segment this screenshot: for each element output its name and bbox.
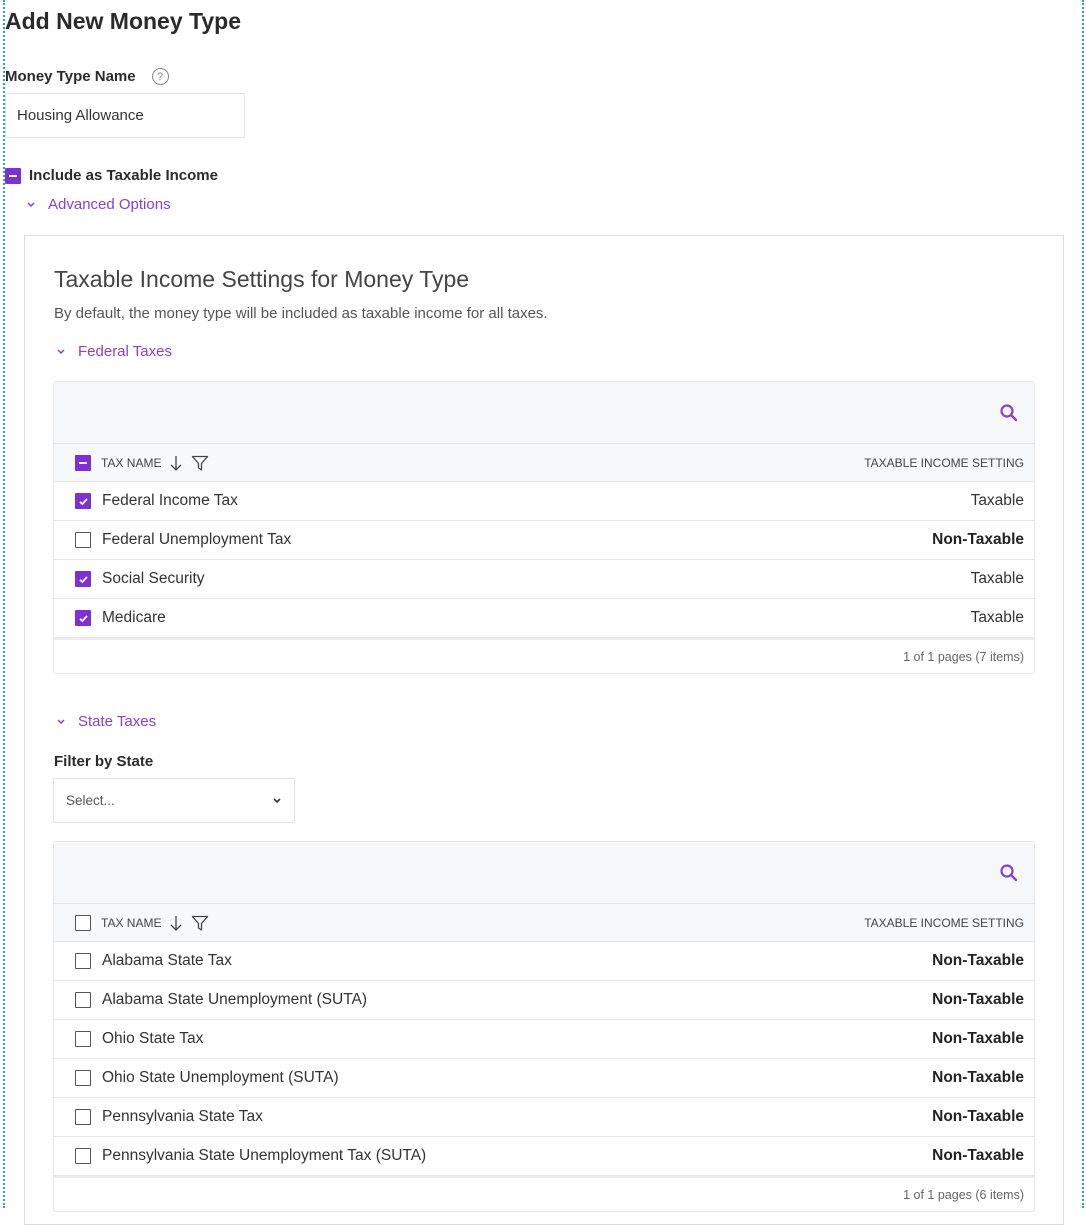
checkmark-icon bbox=[78, 497, 88, 505]
state-rows: Alabama State Tax Non-Taxable Alabama Stat… bbox=[54, 942, 1034, 1176]
table-row[interactable]: Federal Unemployment Tax Non-Taxable bbox=[54, 521, 1034, 560]
tax-name: Pennsylvania State Tax bbox=[102, 1108, 263, 1125]
chevron-down-icon bbox=[26, 201, 36, 208]
tax-name: Federal Unemployment Tax bbox=[102, 531, 292, 548]
panel-title: Taxable Income Settings for Money Type bbox=[54, 266, 470, 292]
taxable-income-setting[interactable]: Non-Taxable bbox=[932, 952, 1024, 970]
tax-name: Alabama State Tax bbox=[102, 952, 232, 969]
filter-by-state-placeholder: Select... bbox=[66, 793, 115, 808]
taxable-income-settings-panel: Taxable Income Settings for Money Type B… bbox=[24, 235, 1064, 1225]
filter-funnel-icon[interactable] bbox=[191, 914, 209, 932]
row-checkbox[interactable] bbox=[75, 953, 91, 969]
money-type-name-label-text: Money Type Name bbox=[5, 68, 136, 85]
taxable-income-setting[interactable]: Non-Taxable bbox=[932, 1069, 1024, 1087]
tax-name: Ohio State Unemployment (SUTA) bbox=[102, 1069, 339, 1086]
column-header-tax-name-label: TAX NAME bbox=[101, 915, 162, 930]
grid-header-row: TAX NAME TAXABLE INCOME SETTING bbox=[54, 904, 1034, 942]
federal-rows: Federal Income Tax Taxable Federal Unemplo… bbox=[54, 482, 1034, 638]
grid-toolbar bbox=[54, 382, 1034, 444]
taxable-income-setting[interactable]: Non-Taxable bbox=[932, 1147, 1024, 1165]
table-row[interactable]: Federal Income Tax Taxable bbox=[54, 482, 1034, 521]
row-checkbox[interactable] bbox=[75, 992, 91, 1008]
checkmark-icon bbox=[78, 614, 88, 622]
row-checkbox[interactable] bbox=[75, 610, 91, 626]
row-checkbox[interactable] bbox=[75, 571, 91, 587]
column-header-taxable-income-setting[interactable]: TAXABLE INCOME SETTING bbox=[864, 916, 1024, 930]
table-row[interactable]: Medicare Taxable bbox=[54, 599, 1034, 638]
tax-name: Medicare bbox=[102, 609, 166, 626]
checkmark-icon bbox=[78, 575, 88, 583]
minus-icon bbox=[9, 174, 17, 177]
taxable-income-setting[interactable]: Non-Taxable bbox=[932, 1030, 1024, 1048]
taxable-income-setting[interactable]: Taxable bbox=[971, 609, 1024, 627]
tax-name: Social Security bbox=[102, 570, 205, 587]
taxable-income-setting[interactable]: Taxable bbox=[971, 492, 1024, 510]
row-checkbox[interactable] bbox=[75, 1109, 91, 1125]
column-header-taxable-income-setting[interactable]: TAXABLE INCOME SETTING bbox=[864, 456, 1024, 470]
table-row[interactable]: Pennsylvania State Unemployment Tax (SUT… bbox=[54, 1137, 1034, 1176]
state-taxes-toggle[interactable]: State Taxes bbox=[56, 713, 156, 730]
search-icon[interactable] bbox=[998, 402, 1020, 424]
panel-description: By default, the money type will be inclu… bbox=[54, 305, 548, 322]
table-row[interactable]: Ohio State Tax Non-Taxable bbox=[54, 1020, 1034, 1059]
table-row[interactable]: Social Security Taxable bbox=[54, 560, 1034, 599]
sort-down-arrow-icon[interactable] bbox=[169, 454, 183, 472]
select-all-checkbox[interactable] bbox=[75, 454, 91, 471]
row-checkbox[interactable] bbox=[75, 1031, 91, 1047]
include-taxable-label: Include as Taxable Income bbox=[29, 167, 218, 184]
table-row[interactable]: Pennsylvania State Tax Non-Taxable bbox=[54, 1098, 1034, 1137]
table-row[interactable]: Alabama State Unemployment (SUTA) Non-Tax… bbox=[54, 981, 1034, 1020]
minus-icon bbox=[79, 461, 87, 464]
chevron-down-icon bbox=[56, 718, 66, 725]
select-all-checkbox[interactable] bbox=[75, 914, 91, 931]
chevron-down-icon bbox=[56, 348, 66, 355]
tax-name: Federal Income Tax bbox=[102, 492, 238, 509]
include-taxable-checkbox-row[interactable]: Include as Taxable Income bbox=[5, 167, 218, 184]
column-header-tax-name[interactable]: TAX NAME bbox=[101, 914, 209, 932]
grid-pager-info: 1 of 1 pages (7 items) bbox=[54, 638, 1034, 673]
taxable-income-setting[interactable]: Taxable bbox=[971, 570, 1024, 588]
federal-taxes-toggle[interactable]: Federal Taxes bbox=[56, 343, 172, 360]
table-row[interactable]: Ohio State Unemployment (SUTA) Non-Taxabl… bbox=[54, 1059, 1034, 1098]
filter-by-state-select[interactable]: Select... bbox=[53, 778, 295, 823]
row-checkbox[interactable] bbox=[75, 532, 91, 548]
question-circle-icon[interactable]: ? bbox=[151, 68, 169, 85]
money-type-name-label: Money Type Name ? bbox=[5, 68, 169, 85]
tax-name: Pennsylvania State Unemployment Tax (SUT… bbox=[102, 1147, 427, 1164]
row-checkbox[interactable] bbox=[75, 493, 91, 509]
page-title: Add New Money Type bbox=[5, 8, 241, 34]
sort-down-arrow-icon[interactable] bbox=[169, 914, 183, 932]
money-type-name-input[interactable] bbox=[5, 93, 245, 138]
advanced-options-toggle[interactable]: Advanced Options bbox=[26, 196, 171, 213]
table-row[interactable]: Alabama State Tax Non-Taxable bbox=[54, 942, 1034, 981]
grid-header-row: TAX NAME TAXABLE INCOME SETTING bbox=[54, 444, 1034, 482]
taxable-income-setting[interactable]: Non-Taxable bbox=[932, 991, 1024, 1009]
filter-by-state-label: Filter by State bbox=[54, 753, 154, 770]
column-header-tax-name-label: TAX NAME bbox=[101, 455, 162, 470]
column-header-tax-name[interactable]: TAX NAME bbox=[101, 454, 209, 472]
tax-name: Alabama State Unemployment (SUTA) bbox=[102, 991, 368, 1008]
grid-toolbar bbox=[54, 842, 1034, 904]
taxable-income-setting[interactable]: Non-Taxable bbox=[932, 1108, 1024, 1126]
include-taxable-checkbox[interactable] bbox=[5, 167, 21, 184]
federal-taxes-label: Federal Taxes bbox=[78, 343, 172, 360]
search-icon[interactable] bbox=[998, 862, 1020, 884]
tax-name: Ohio State Tax bbox=[102, 1030, 204, 1047]
state-taxes-label: State Taxes bbox=[78, 713, 157, 730]
row-checkbox[interactable] bbox=[75, 1148, 91, 1164]
chevron-down-icon bbox=[272, 797, 282, 804]
federal-taxes-grid: TAX NAME TAXABLE INCOME SETTING Federal … bbox=[53, 381, 1035, 674]
taxable-income-setting[interactable]: Non-Taxable bbox=[932, 531, 1024, 549]
filter-funnel-icon[interactable] bbox=[191, 454, 209, 472]
advanced-options-label: Advanced Options bbox=[48, 196, 171, 213]
state-taxes-grid: TAX NAME TAXABLE INCOME SETTING Alabama … bbox=[53, 841, 1035, 1212]
layout-guide-right bbox=[1082, 0, 1084, 1208]
row-checkbox[interactable] bbox=[75, 1070, 91, 1086]
grid-pager-info: 1 of 1 pages (6 items) bbox=[54, 1176, 1034, 1211]
